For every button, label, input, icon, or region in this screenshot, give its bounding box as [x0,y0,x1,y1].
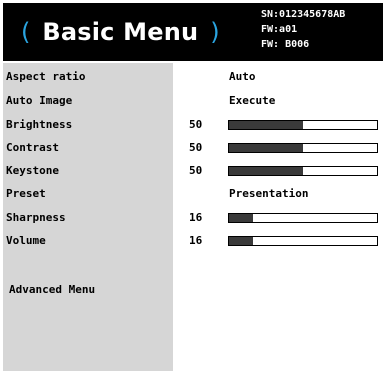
menu-item-auto-image[interactable]: Auto Image Execute [0,90,386,112]
menu-item-label: Contrast [6,141,59,154]
slider-fill [229,237,253,245]
menu-item-keystone[interactable]: Keystone 50 [0,160,386,182]
firmware-2: FW: B006 [261,39,310,50]
title-open-paren: ( [21,18,31,46]
menu-item-value[interactable]: Execute [229,94,275,107]
menu-item-value[interactable]: Presentation [229,187,308,200]
menu-item-label: Sharpness [6,211,66,224]
menu-header: ( Basic Menu ) SN:012345678AB FW:a01 FW:… [3,3,383,61]
menu-item-label: Preset [6,187,46,200]
menu-item-brightness[interactable]: Brightness 50 [0,114,386,136]
serial-number: SN:012345678AB [261,9,346,20]
advanced-menu-item[interactable]: Advanced Menu [9,283,95,296]
firmware-1: FW:a01 [261,24,298,35]
menu-item-number: 50 [189,141,203,154]
menu-item-label: Keystone [6,164,59,177]
volume-slider[interactable] [228,236,378,246]
title-close-paren: ) [210,18,220,46]
menu-item-number: 50 [189,164,203,177]
menu-item-volume[interactable]: Volume 16 [0,230,386,252]
menu-item-preset[interactable]: Preset Presentation [0,183,386,205]
title-text: Basic Menu [42,18,199,46]
contrast-slider[interactable] [228,143,378,153]
slider-fill [229,121,303,129]
menu-item-sharpness[interactable]: Sharpness 16 [0,207,386,229]
device-info: SN:012345678AB FW:a01 FW: B006 [261,7,345,52]
slider-fill [229,144,303,152]
menu-item-aspect-ratio[interactable]: Aspect ratio Auto [0,66,386,88]
menu-item-label: Aspect ratio [6,70,86,83]
menu-item-number: 16 [189,211,203,224]
slider-fill [229,214,253,222]
keystone-slider[interactable] [228,166,378,176]
menu-title: ( Basic Menu ) [21,3,220,61]
menu-item-number: 16 [189,234,203,247]
menu-item-label: Brightness [6,118,73,131]
sharpness-slider[interactable] [228,213,378,223]
slider-fill [229,167,303,175]
menu-item-number: 50 [189,118,203,131]
brightness-slider[interactable] [228,120,378,130]
menu-item-label: Auto Image [6,94,73,107]
menu-item-label: Volume [6,234,46,247]
menu-item-value[interactable]: Auto [229,70,256,83]
menu-item-contrast[interactable]: Contrast 50 [0,137,386,159]
